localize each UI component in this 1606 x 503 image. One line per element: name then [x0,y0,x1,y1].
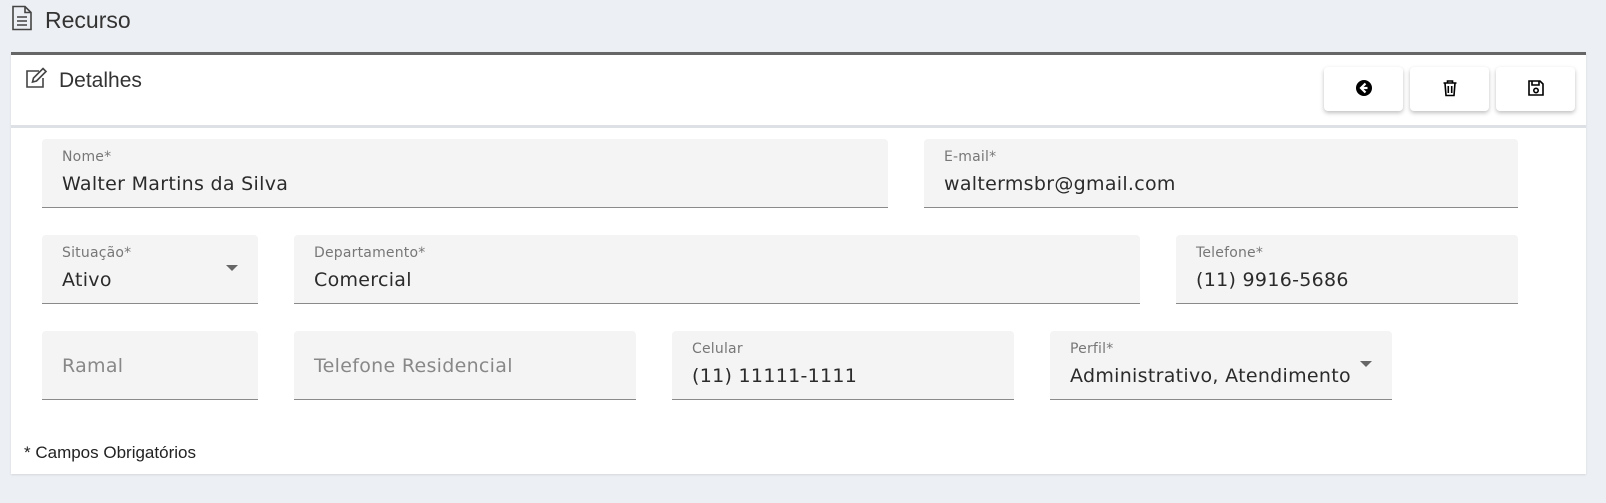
departamento-label: Departamento* [314,245,426,261]
back-button[interactable] [1324,67,1403,111]
chevron-down-icon[interactable] [1360,361,1372,367]
save-button[interactable] [1496,67,1575,111]
telefone-residencial-placeholder[interactable]: Telefone Residencial [314,355,513,377]
telefone-field[interactable]: Telefone* (11) 9916-5686 [1176,235,1518,304]
departamento-field[interactable]: Departamento* Comercial [294,235,1140,304]
edit-icon [24,67,48,94]
email-field[interactable]: E-mail* waltermsbr@gmail.com [924,139,1518,208]
perfil-select[interactable]: Perfil* Administrativo, Atendimento [1050,331,1392,400]
toolbar [1324,67,1575,111]
perfil-value[interactable]: Administrativo, Atendimento [1070,365,1351,387]
page-title: Recurso [45,6,131,33]
floppy-disk-icon [1527,79,1545,100]
details-card: Detalhes Nome* Walter Martins da Silva E… [11,52,1586,474]
perfil-label: Perfil* [1070,341,1114,357]
delete-button[interactable] [1410,67,1489,111]
ramal-placeholder[interactable]: Ramal [62,355,123,377]
telefone-residencial-field[interactable]: Telefone Residencial [294,331,636,400]
required-fields-note: * Campos Obrigatórios [24,443,196,462]
card-title-group: Detalhes [24,67,142,94]
celular-value[interactable]: (11) 11111-1111 [692,365,857,387]
page-header: Recurso [10,5,131,36]
nome-field[interactable]: Nome* Walter Martins da Silva [42,139,888,208]
situacao-value[interactable]: Ativo [62,269,112,291]
ramal-field[interactable]: Ramal [42,331,258,400]
arrow-left-circle-icon [1355,79,1373,100]
celular-label: Celular [692,341,743,357]
telefone-value[interactable]: (11) 9916-5686 [1196,269,1349,291]
card-title: Detalhes [59,68,142,92]
card-header: Detalhes [11,55,1586,128]
chevron-down-icon[interactable] [226,265,238,271]
departamento-value[interactable]: Comercial [314,269,412,291]
nome-label: Nome* [62,149,112,165]
telefone-label: Telefone* [1196,245,1264,261]
document-icon [10,5,34,36]
trash-icon [1441,79,1459,100]
email-label: E-mail* [944,149,997,165]
nome-value[interactable]: Walter Martins da Silva [62,173,288,195]
celular-field[interactable]: Celular (11) 11111-1111 [672,331,1014,400]
email-value[interactable]: waltermsbr@gmail.com [944,173,1176,195]
situacao-select[interactable]: Situação* Ativo [42,235,258,304]
situacao-label: Situação* [62,245,132,261]
